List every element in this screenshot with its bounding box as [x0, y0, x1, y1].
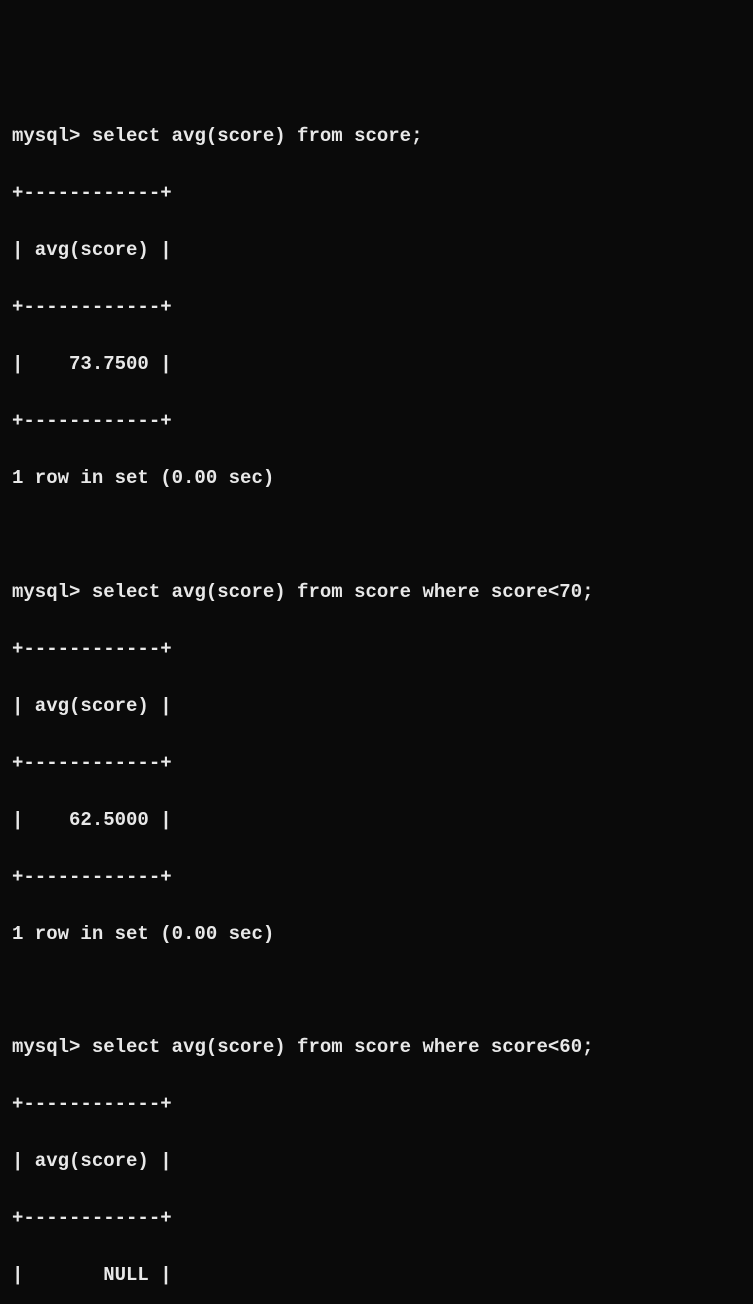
table-header: | avg(score) |: [12, 1147, 741, 1176]
blank-line: [12, 521, 741, 549]
mysql-prompt: mysql>: [12, 581, 92, 603]
status-line: 1 row in set (0.00 sec): [12, 464, 741, 493]
table-row: | NULL |: [12, 1261, 741, 1290]
table-border: +------------+: [12, 407, 741, 436]
query-line-1: mysql> select avg(score) from score;: [12, 122, 741, 151]
mysql-prompt: mysql>: [12, 1036, 92, 1058]
table-border: +------------+: [12, 179, 741, 208]
sql-query: select avg(score) from score where score…: [92, 581, 594, 603]
table-border: +------------+: [12, 293, 741, 322]
blank-line: [12, 977, 741, 1005]
table-header: | avg(score) |: [12, 236, 741, 265]
table-header: | avg(score) |: [12, 692, 741, 721]
status-line: 1 row in set (0.00 sec): [12, 920, 741, 949]
table-row: | 73.7500 |: [12, 350, 741, 379]
table-border: +------------+: [12, 863, 741, 892]
sql-query: select avg(score) from score;: [92, 125, 423, 147]
mysql-prompt: mysql>: [12, 125, 92, 147]
table-row: | 62.5000 |: [12, 806, 741, 835]
sql-query: select avg(score) from score where score…: [92, 1036, 594, 1058]
query-line-3: mysql> select avg(score) from score wher…: [12, 1033, 741, 1062]
table-border: +------------+: [12, 1204, 741, 1233]
table-border: +------------+: [12, 749, 741, 778]
query-line-2: mysql> select avg(score) from score wher…: [12, 578, 741, 607]
table-border: +------------+: [12, 635, 741, 664]
table-border: +------------+: [12, 1090, 741, 1119]
